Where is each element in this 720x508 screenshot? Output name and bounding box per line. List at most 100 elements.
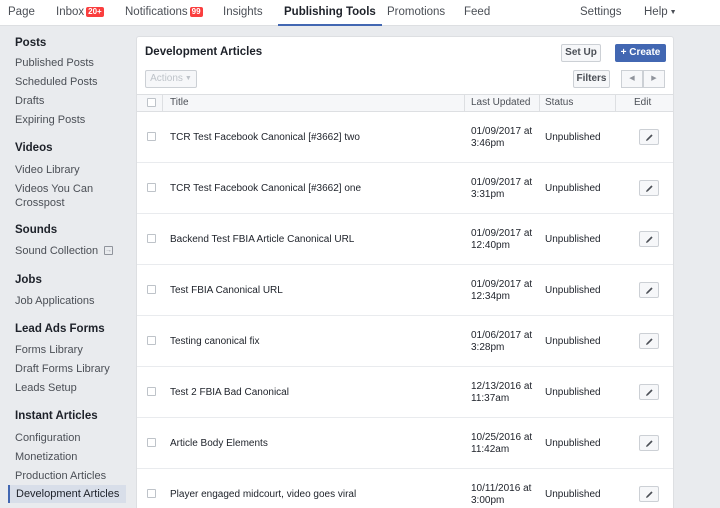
sidebar-item-monetization[interactable]: Monetization [15,450,77,464]
chevron-down-icon: ▼ [184,75,192,82]
nav-feed[interactable]: Feed [464,0,490,26]
edit-button[interactable] [639,384,659,400]
pencil-icon [646,287,653,294]
nav-publishing-tools-label: Publishing Tools [284,6,376,18]
nav-page[interactable]: Page [8,0,35,26]
sidebar-item-sound-collection[interactable]: Sound Collection [15,244,98,258]
nav-insights[interactable]: Insights [223,0,263,26]
article-status: Unpublished [545,387,601,398]
sidebar-heading-instant-articles: Instant Articles [15,410,98,422]
row-checkbox[interactable] [147,285,156,294]
row-checkbox[interactable] [147,183,156,192]
column-header-last-updated[interactable]: Last Updated [471,95,531,111]
pencil-icon [646,338,653,345]
edit-button[interactable] [639,435,659,451]
last-updated-time: 3:28pm [471,342,505,353]
last-updated-date: 01/09/2017 at [471,126,533,137]
edit-button[interactable] [639,129,659,145]
sidebar-item-production-articles[interactable]: Production Articles [15,469,106,483]
last-updated-date: 12/13/2016 at [471,381,533,392]
actions-dropdown[interactable]: Actions ▼ [145,70,197,88]
last-updated: 10/25/2016 at 11:42am [471,432,541,456]
sidebar-item-forms-library[interactable]: Forms Library [15,343,83,357]
sidebar-item-videos-crosspost[interactable]: Videos You Can Crosspost [15,182,115,210]
actions-dropdown-label: Actions [150,73,183,84]
nav-promotions-label: Promotions [387,6,446,18]
article-title[interactable]: Article Body Elements [170,438,268,449]
inbox-count-badge: 20+ [86,7,104,17]
column-header-edit: Edit [634,97,652,108]
row-checkbox[interactable] [147,387,156,396]
nav-publishing-tools[interactable]: Publishing Tools [278,0,382,26]
table-row: Player engaged midcourt, video goes vira… [137,469,673,508]
sidebar-item-expiring-posts[interactable]: Expiring Posts [15,113,85,127]
create-button[interactable]: + Create [615,44,666,62]
edit-button[interactable] [639,231,659,247]
nav-notifications[interactable]: Notifications 99 [125,0,203,26]
column-header-status[interactable]: Status [545,95,573,111]
last-updated: 01/09/2017 at 12:40pm [471,228,541,252]
pencil-icon [646,491,653,498]
edit-button[interactable] [639,486,659,502]
sidebar-item-published-posts[interactable]: Published Posts [15,56,94,70]
pencil-icon [646,185,653,192]
last-updated: 01/09/2017 at 3:31pm [471,177,541,201]
article-title[interactable]: Player engaged midcourt, video goes vira… [170,489,356,500]
article-status: Unpublished [545,183,601,194]
filters-button[interactable]: Filters [573,70,610,88]
article-title[interactable]: Backend Test FBIA Article Canonical URL [170,234,354,245]
article-status: Unpublished [545,234,601,245]
table-row: Article Body Elements 10/25/2016 at 11:42… [137,418,673,469]
select-all-checkbox[interactable] [147,98,156,107]
last-updated: 01/06/2017 at 3:28pm [471,330,541,354]
sidebar-heading-jobs: Jobs [15,274,42,286]
last-updated-time: 3:31pm [471,189,505,200]
article-title[interactable]: TCR Test Facebook Canonical [#3662] one [170,183,361,194]
sidebar-item-scheduled-posts[interactable]: Scheduled Posts [15,75,98,89]
edit-button[interactable] [639,180,659,196]
sidebar-item-configuration[interactable]: Configuration [15,431,80,445]
article-title[interactable]: TCR Test Facebook Canonical [#3662] two [170,132,360,143]
sidebar-item-draft-forms-library[interactable]: Draft Forms Library [15,362,110,376]
nav-settings[interactable]: Settings [580,0,622,26]
nav-help[interactable]: Help ▼ [644,0,677,26]
sidebar-item-leads-setup[interactable]: Leads Setup [15,381,77,395]
row-checkbox[interactable] [147,438,156,447]
table-row: TCR Test Facebook Canonical [#3662] two … [137,112,673,163]
nav-inbox[interactable]: Inbox 20+ [56,0,104,26]
table-row: Testing canonical fix 01/06/2017 at 3:28p… [137,316,673,367]
create-button-label: Create [629,47,661,58]
sidebar-item-video-library[interactable]: Video Library [15,163,80,177]
column-header-title[interactable]: Title [170,95,189,111]
notifications-count-badge: 99 [189,7,203,17]
row-checkbox[interactable] [147,336,156,345]
article-title[interactable]: Testing canonical fix [170,336,260,347]
setup-button[interactable]: Set Up [561,44,601,62]
last-updated-date: 01/06/2017 at [471,330,533,341]
nav-settings-label: Settings [580,6,622,18]
article-title[interactable]: Test FBIA Canonical URL [170,285,283,296]
last-updated-date: 01/09/2017 at [471,279,533,290]
row-checkbox[interactable] [147,234,156,243]
chevron-right-icon: ▶ [651,75,657,82]
nav-help-label: Help [644,6,668,18]
sidebar-heading-posts: Posts [15,37,47,49]
sidebar-item-job-applications[interactable]: Job Applications [15,294,95,308]
row-checkbox[interactable] [147,132,156,141]
article-status: Unpublished [545,285,601,296]
previous-page-button[interactable]: ◀ [621,70,643,88]
edit-button[interactable] [639,333,659,349]
article-title[interactable]: Test 2 FBIA Bad Canonical [170,387,289,398]
pencil-icon [646,236,653,243]
next-page-button[interactable]: ▶ [643,70,665,88]
pencil-icon [646,134,653,141]
sidebar-item-drafts[interactable]: Drafts [15,94,44,108]
sidebar-item-development-articles[interactable]: Development Articles [8,485,126,503]
edit-button[interactable] [639,282,659,298]
last-updated: 10/11/2016 at 3:00pm [471,483,541,507]
last-updated-time: 11:37am [471,393,510,404]
nav-feed-label: Feed [464,6,491,18]
table-row: Backend Test FBIA Article Canonical URL … [137,214,673,265]
row-checkbox[interactable] [147,489,156,498]
nav-promotions[interactable]: Promotions [387,0,445,26]
